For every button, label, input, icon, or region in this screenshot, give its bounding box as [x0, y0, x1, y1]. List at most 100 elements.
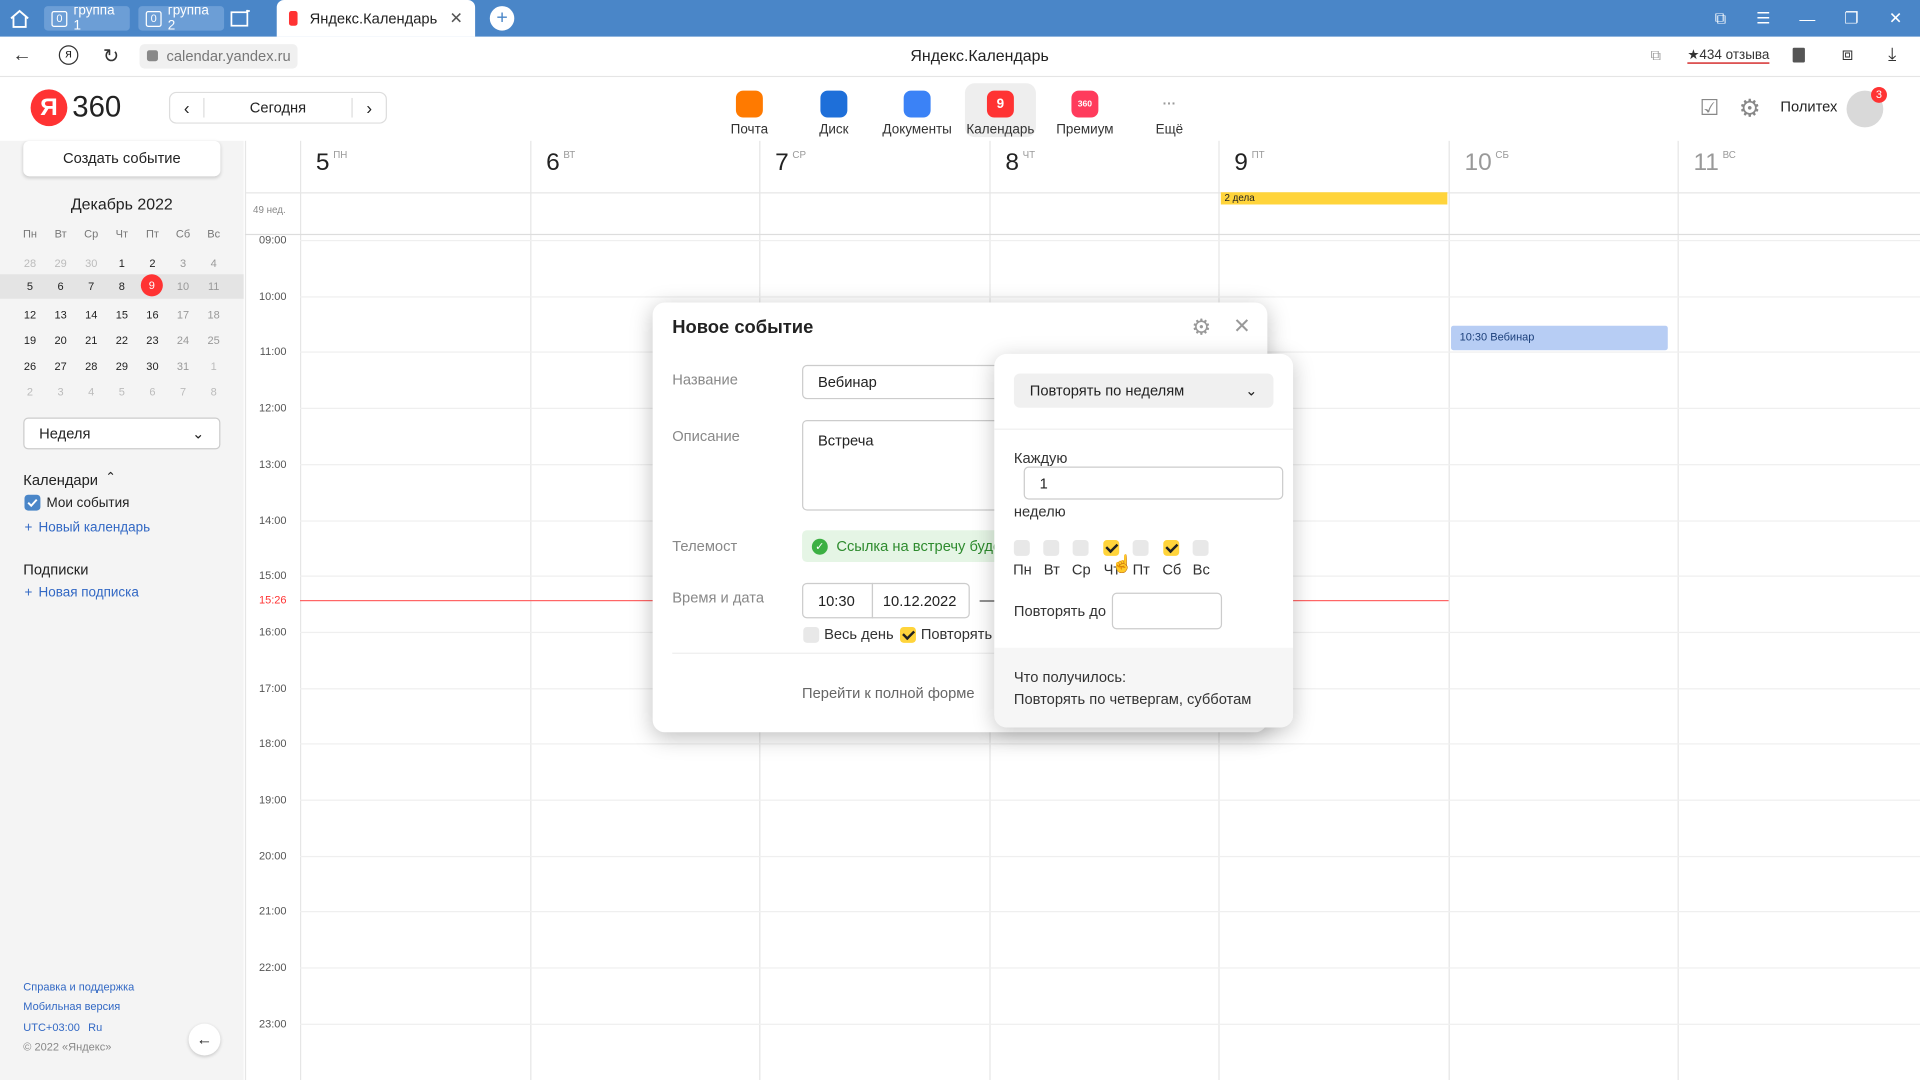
repeat-day-label[interactable]: Вс — [1187, 561, 1216, 578]
close-window-icon[interactable]: ✕ — [1883, 6, 1907, 30]
mini-day[interactable]: 5 — [15, 277, 46, 297]
mini-day[interactable]: 31 — [168, 356, 199, 376]
settings-icon[interactable]: ⚙ — [1739, 93, 1761, 124]
mini-day[interactable]: 23 — [137, 331, 168, 351]
back-icon[interactable]: ← — [12, 45, 32, 67]
day-header[interactable]: 8 чт — [1005, 149, 1035, 177]
repeat-day-label[interactable]: Ср — [1067, 561, 1096, 578]
mini-day[interactable]: 30 — [76, 253, 107, 273]
mini-day[interactable]: 29 — [45, 253, 76, 273]
mini-day[interactable]: 19 — [15, 331, 46, 351]
repeat-day-label[interactable]: Вт — [1037, 561, 1066, 578]
repeat-day-checkbox[interactable] — [1192, 540, 1209, 556]
repeat-day-label[interactable]: Пн — [1008, 561, 1037, 578]
mini-day[interactable]: 20 — [45, 331, 76, 351]
yandex-icon[interactable]: я — [58, 45, 79, 65]
mini-day[interactable]: 16 — [137, 305, 168, 325]
mini-day[interactable]: 8 — [198, 382, 229, 402]
translate-icon[interactable]: ⧉ — [1651, 47, 1662, 65]
mini-day[interactable]: 15 — [107, 305, 138, 325]
mini-day[interactable]: 24 — [168, 331, 199, 351]
tasks-icon[interactable]: ☑ — [1700, 96, 1720, 122]
mini-day[interactable]: 21 — [76, 331, 107, 351]
date-input[interactable]: 10.12.2022 — [871, 582, 970, 619]
mini-day[interactable]: 27 — [45, 356, 76, 376]
repeat-day-checkbox[interactable] — [1072, 540, 1089, 556]
restore-icon[interactable]: ❐ — [1839, 6, 1863, 30]
collapse-sidebar-icon[interactable]: ← — [188, 1023, 221, 1056]
mini-day[interactable]: 25 — [198, 331, 229, 351]
url-field[interactable]: calendar.yandex.ru — [139, 44, 299, 69]
repeat-day-checkbox[interactable] — [1163, 540, 1180, 556]
mini-day[interactable]: 8 — [107, 277, 138, 297]
mini-day[interactable]: 22 — [107, 331, 138, 351]
user-name[interactable]: Политех — [1780, 98, 1837, 115]
service-disk[interactable]: Диск — [798, 83, 869, 137]
new-tab-icon[interactable]: + — [489, 6, 515, 31]
service-more[interactable]: ··· Ещё — [1134, 83, 1205, 137]
my-events-checkbox[interactable] — [24, 494, 41, 511]
repeat-until-input[interactable] — [1111, 592, 1223, 630]
service-mail[interactable]: Почта — [714, 83, 785, 137]
allday-badge[interactable]: 2 дела — [1220, 192, 1448, 205]
mini-day[interactable]: 4 — [198, 253, 229, 273]
reload-icon[interactable]: ↻ — [103, 44, 119, 68]
mini-day[interactable]: 11 — [198, 277, 229, 297]
home-icon[interactable] — [5, 6, 34, 30]
mini-day[interactable]: 28 — [15, 253, 46, 273]
every-input[interactable]: 1 — [1023, 466, 1284, 500]
mini-day[interactable]: 4 — [76, 382, 107, 402]
mini-day[interactable]: 12 — [15, 305, 46, 325]
repeat-mode-select[interactable]: Повторять по неделям ⌄ — [1013, 373, 1274, 408]
tab-group-2[interactable]: 0 группа 2 — [138, 4, 225, 33]
mini-day[interactable]: 10 — [168, 277, 199, 297]
mini-day[interactable]: 26 — [15, 356, 46, 376]
mini-day[interactable]: 28 — [76, 356, 107, 376]
collections-icon[interactable]: ⧈ — [1842, 44, 1854, 65]
repeat-day-checkbox[interactable] — [1132, 540, 1149, 556]
day-header[interactable]: 11 вс — [1693, 149, 1735, 177]
full-form-link[interactable]: Перейти к полной форме — [802, 684, 974, 701]
service-calendar[interactable]: 9 Календарь — [964, 83, 1036, 138]
next-week-icon[interactable]: › — [351, 97, 385, 118]
download-icon[interactable]: ⤓ — [1888, 44, 1896, 65]
timezone-link[interactable]: UTC+03:00 — [23, 1021, 80, 1033]
close-tab-icon[interactable]: ✕ — [450, 9, 463, 29]
calendars-section-header[interactable]: Календари ⌃ — [23, 471, 115, 488]
day-header[interactable]: 7 ср — [775, 149, 806, 177]
repeat-checkbox[interactable] — [900, 626, 916, 643]
create-event-button[interactable]: Создать событие — [23, 140, 221, 177]
mini-day[interactable]: 17 — [168, 305, 199, 325]
close-dialog-icon[interactable]: ✕ — [1233, 315, 1250, 339]
mini-day[interactable]: 7 — [76, 277, 107, 297]
new-subscription-link[interactable]: + Новая подписка — [24, 585, 138, 600]
mini-day[interactable]: 14 — [76, 305, 107, 325]
dialog-settings-icon[interactable]: ⚙ — [1191, 315, 1211, 341]
minimize-icon[interactable]: — — [1795, 6, 1819, 30]
mini-day[interactable]: 2 — [137, 253, 168, 273]
my-events-label[interactable]: Мои события — [47, 496, 130, 511]
day-header[interactable]: 10 сб — [1465, 149, 1509, 177]
mini-day[interactable]: 3 — [45, 382, 76, 402]
mini-day[interactable]: 6 — [45, 277, 76, 297]
mini-day[interactable]: 18 — [198, 305, 229, 325]
yandex-logo-icon[interactable]: Я — [30, 89, 68, 127]
reviews-link[interactable]: ★434 отзыва — [1687, 47, 1770, 64]
event-webinar[interactable]: 10:30 Вебинар — [1451, 325, 1668, 351]
new-group-icon[interactable] — [228, 6, 255, 30]
mini-day[interactable]: 29 — [107, 356, 138, 376]
allday-checkbox[interactable] — [803, 626, 820, 643]
active-tab[interactable]: Яндекс.Календарь ✕ — [276, 0, 476, 37]
tab-group-1[interactable]: 0 группа 1 — [44, 4, 130, 33]
allday-label[interactable]: Весь день — [824, 626, 894, 643]
mini-day[interactable]: 5 — [107, 382, 138, 402]
day-header[interactable]: 5 пн — [316, 149, 347, 177]
repeat-label[interactable]: Повторять — [921, 626, 992, 643]
mini-day[interactable]: 7 — [168, 382, 199, 402]
mini-day[interactable]: 9 — [140, 274, 163, 297]
service-premium[interactable]: 360 Премиум — [1049, 83, 1120, 137]
bookmark-icon[interactable] — [1792, 47, 1805, 63]
bookmarks-icon[interactable]: ⧉ — [1708, 6, 1732, 30]
time-input[interactable]: 10:30 — [802, 582, 874, 619]
view-select[interactable]: Неделя ⌄ — [23, 417, 221, 450]
